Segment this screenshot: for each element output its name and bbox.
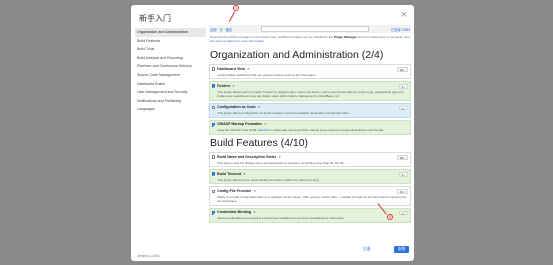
plugin-name[interactable]: Folders: [217, 84, 230, 89]
plugin-card[interactable]: Credentials Binding ↗ 4 ↓ Allows credenti…: [209, 207, 411, 224]
plugin-name[interactable]: Config File Provider: [217, 189, 251, 194]
sidebar-item-build-features[interactable]: Build Features: [135, 37, 206, 46]
plugin-checkbox-checked[interactable]: [211, 211, 216, 215]
sidebar-item-build-tools[interactable]: Build Tools: [135, 45, 206, 54]
plugin-card[interactable]: Dashboard View ↗ 23 ↓ Customizable dashbo…: [209, 64, 411, 80]
plugin-name[interactable]: OWASP Markup Formatter: [217, 122, 262, 127]
info-text-middle: once the initial setup is complete.: [357, 35, 404, 39]
plugin-card[interactable]: OWASP Markup Formatter ↗ Uses the OWASP J…: [209, 119, 411, 136]
annotation-marker-2: ②: [387, 214, 393, 220]
plugin-checkbox[interactable]: [211, 189, 216, 194]
external-link-icon[interactable]: ↗: [253, 189, 256, 194]
plugin-toolbar: 全部 · 无 · 建议 已选择 23/54: [209, 25, 411, 33]
section-heading-build-features: Build Features (4/10): [210, 137, 309, 150]
plugin-checkbox[interactable]: [211, 155, 216, 159]
selected-count[interactable]: 已选择 23/54: [391, 27, 410, 32]
plugin-card[interactable]: Build Timeout ↗ 3 ↓ This plugin allows yo…: [209, 169, 411, 185]
plugin-name[interactable]: Dashboard View: [217, 67, 245, 72]
back-button[interactable]: 后退: [363, 247, 371, 252]
external-link-icon[interactable]: ↗: [264, 122, 267, 127]
plugin-name[interactable]: Build Timeout: [217, 172, 241, 177]
section-heading-organization: Organization and Administration (2/4): [210, 49, 384, 61]
plugin-description: This plugin allows you to automatically …: [217, 177, 320, 182]
external-link-icon[interactable]: ↗: [232, 84, 235, 89]
plugin-name[interactable]: Build Name and Description Setter: [217, 155, 276, 160]
plugin-card[interactable]: Folders ↗ 3 ↓ This plugin allows users to…: [209, 81, 411, 101]
category-sidebar: Organization and Administration Build Fe…: [135, 28, 206, 114]
plugin-description: This plugin allows users to create "fold…: [217, 89, 405, 98]
sidebar-item-user-management[interactable]: User Management and Security: [135, 88, 206, 97]
plugin-card[interactable]: Config File Provider ↗ 12 ↓ Ability to pr…: [209, 186, 411, 206]
plugin-name[interactable]: Configuration as Code: [217, 105, 256, 110]
sidebar-item-organization-and-administration[interactable]: Organization and Administration: [135, 28, 206, 37]
dependency-badge[interactable]: 3 ↓: [398, 84, 408, 89]
sidebar-item-source-code-management[interactable]: Source Code Management: [135, 71, 206, 80]
info-text-start: Note that the full list of plugins is no…: [210, 35, 333, 39]
plugin-checkbox[interactable]: [211, 67, 216, 71]
setup-wizard-dialog: × 新手入门 Organization and Administration B…: [131, 5, 414, 261]
external-link-icon[interactable]: ↗: [247, 67, 250, 72]
dependency-badge[interactable]: 4 ↓: [398, 210, 408, 216]
close-icon[interactable]: ×: [400, 11, 408, 20]
plugin-checkbox-checked[interactable]: [211, 172, 216, 177]
dependency-badge[interactable]: 3 ↓: [398, 105, 408, 111]
dependency-badge[interactable]: 3 ↓: [398, 172, 408, 177]
external-link-icon[interactable]: ↗: [253, 210, 256, 215]
plugin-description: Ability to provide configuration files (…: [217, 194, 407, 204]
plugin-description: Allows credentials to be bound to enviro…: [217, 216, 345, 221]
plugin-list-panel: 全部 · 无 · 建议 已选择 23/54 Note that the full…: [209, 25, 411, 242]
version-label: Jenkins 2.346.1: [137, 254, 161, 258]
sidebar-item-pipelines[interactable]: Pipelines and Continuous Delivery: [135, 62, 206, 71]
install-button[interactable]: 安装: [394, 246, 409, 253]
filter-breadcrumb[interactable]: 全部 · 无 · 建议: [210, 27, 232, 32]
plugin-checkbox[interactable]: [211, 105, 216, 110]
plugin-search-input[interactable]: [261, 26, 369, 32]
plugin-manager-label: Plugin Manager: [333, 35, 357, 39]
info-note: Note that the full list of plugins is no…: [209, 33, 411, 47]
plugin-card[interactable]: Build Name and Description Setter ↗ 25 ↓ …: [209, 152, 411, 168]
description-text: to allow safe-seeming HTML markup to be …: [270, 128, 385, 133]
dependency-badge[interactable]: 12 ↓: [397, 189, 408, 194]
external-link-icon[interactable]: ↗: [243, 172, 246, 177]
sidebar-item-notifications[interactable]: Notifications and Publishing: [135, 97, 206, 106]
plugin-description: This plugin allows configuration of Jenk…: [217, 111, 350, 116]
plugin-card[interactable]: Configuration as Code ↗ 3 ↓ This plugin a…: [209, 102, 411, 118]
sidebar-item-build-analysis[interactable]: Build Analysis and Reporting: [135, 54, 206, 63]
dialog-title: 新手入门: [139, 14, 171, 23]
sidebar-item-distributed-builds[interactable]: Distributed Builds: [135, 80, 206, 89]
plugin-description: This plug-in sets the display name and d…: [217, 160, 348, 165]
plugin-description: Uses the OWASP Java HTML Sanitizer to al…: [212, 128, 409, 132]
plugin-checkbox-checked[interactable]: [211, 84, 216, 88]
external-link-icon[interactable]: ↗: [278, 155, 281, 160]
dependency-badge[interactable]: 23 ↓: [397, 67, 408, 72]
description-text: Uses the OWASP Java HTML: [217, 128, 258, 133]
external-link-icon[interactable]: ↗: [258, 105, 261, 110]
plugin-description: Customizable dashboard that can present …: [217, 72, 317, 77]
plugin-checkbox-checked[interactable]: [211, 123, 216, 127]
plugin-name[interactable]: Credentials Binding: [217, 210, 251, 215]
sanitizer-link[interactable]: Sanitizer: [258, 128, 270, 132]
dependency-badge[interactable]: 25 ↓: [397, 155, 408, 160]
sidebar-item-languages[interactable]: Languages: [135, 105, 206, 114]
